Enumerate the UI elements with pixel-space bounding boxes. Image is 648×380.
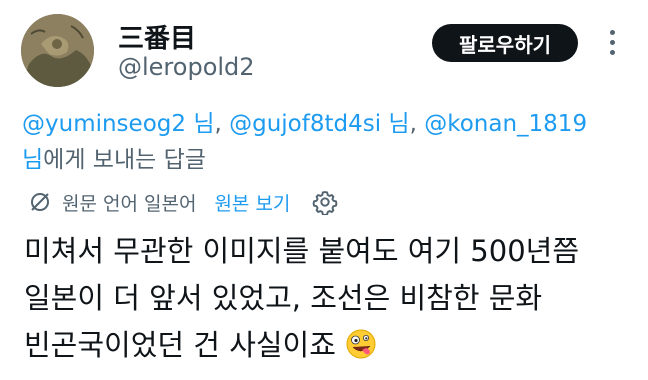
author-handle[interactable]: @leropold2 xyxy=(118,53,255,81)
more-options-icon[interactable] xyxy=(605,30,619,60)
translate-slash-icon xyxy=(31,193,49,211)
mention-separator: , xyxy=(409,111,417,137)
show-original-link[interactable]: 원본 보기 xyxy=(214,189,290,216)
mention-honorific: 님 xyxy=(193,111,215,137)
mention-link[interactable]: @yuminseog2 xyxy=(22,111,186,137)
mention-link[interactable]: @konan_1819 xyxy=(424,111,587,137)
tweet-body: 미쳐서 무관한 이미지를 붙여도 여기 500년쯤 일본이 더 앞서 있었고, … xyxy=(24,228,634,369)
original-language-label: 원문 언어 일본어 xyxy=(62,192,197,215)
mention-honorific: 님 xyxy=(22,147,44,173)
tweet-line: 일본이 더 앞서 있었고, 조선은 비참한 문화 xyxy=(24,281,543,315)
tweet-line: 빈곤국이었던 건 사실이죠 xyxy=(24,328,336,362)
avatar[interactable] xyxy=(21,14,94,87)
reply-to-tail: 에게 보내는 답글 xyxy=(43,147,206,173)
mention-link[interactable]: @gujof8td4si xyxy=(229,111,381,137)
translation-notice: 원문 언어 일본어 원본 보기 xyxy=(28,186,338,218)
gear-icon[interactable] xyxy=(312,189,338,215)
author-display-name[interactable]: 三番目 xyxy=(118,18,196,55)
tweet-line: 미쳐서 무관한 이미지를 붙여도 여기 500년쯤 xyxy=(24,234,580,268)
mention-separator: , xyxy=(214,111,222,137)
zany-face-emoji-icon xyxy=(346,329,376,359)
tweet-line-with-emoji: 빈곤국이었던 건 사실이죠 xyxy=(24,322,634,369)
reply-context: @yuminseog2 님, @gujof8td4si 님, @konan_18… xyxy=(22,106,622,178)
follow-button[interactable]: 팔로우하기 xyxy=(432,24,578,62)
mention-honorific: 님 xyxy=(388,111,410,137)
